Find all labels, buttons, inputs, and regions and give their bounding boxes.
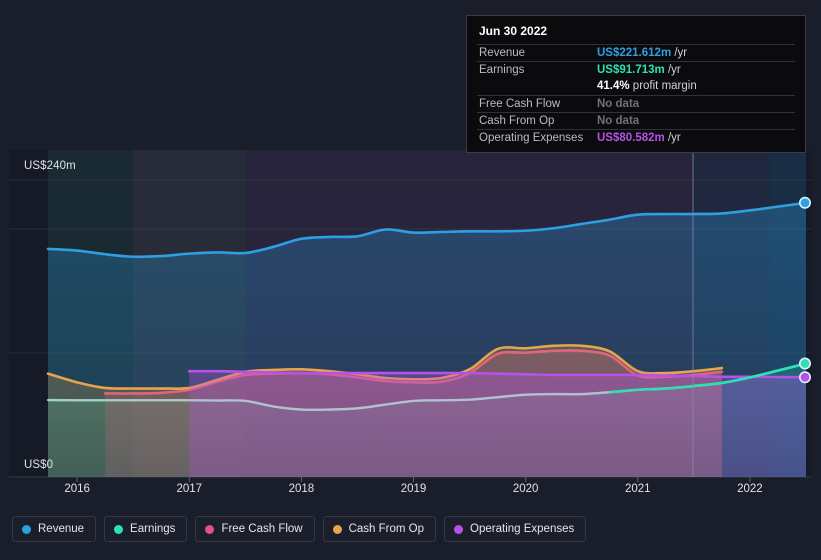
tooltip-row-key: Cash From Op xyxy=(479,115,555,127)
tooltip-rows: Revenue US$221.612m /yr Earnings US$91.713m… xyxy=(477,44,795,146)
tooltip-row-key: Revenue xyxy=(479,47,526,59)
x-axis-label-2017: 2017 xyxy=(176,483,203,495)
area-operating-expenses xyxy=(189,371,806,477)
tooltip-row-amount: No data xyxy=(597,115,640,127)
tooltip-row-value: No data xyxy=(597,98,639,110)
tooltip-row-amount: US$91.713m xyxy=(597,64,665,76)
tooltip-row-value: US$91.713m /yr xyxy=(597,64,681,76)
tooltip-row-value: US$221.612m /yr xyxy=(597,47,687,59)
x-axis-label-2018: 2018 xyxy=(288,483,315,495)
tooltip-row: Revenue US$221.612m /yr xyxy=(477,44,795,61)
y-axis-label-zero: US$0 xyxy=(24,459,54,471)
financial-area-chart[interactable]: US$240m US$0 2016 2017 2018 2019 2020 2021 202… xyxy=(0,0,821,560)
legend-color-dot-icon xyxy=(114,524,124,534)
tooltip-row: Operating Expenses US$80.582m /yr xyxy=(477,129,795,146)
x-axis-label-2019: 2019 xyxy=(400,483,427,495)
legend-item-operating-expenses[interactable]: Operating Expenses xyxy=(444,516,587,542)
legend-color-dot-icon xyxy=(22,524,31,534)
endpoint-marker-earnings xyxy=(798,357,811,370)
tooltip-row-suffix: /yr xyxy=(664,64,681,76)
x-axis-label-2021: 2021 xyxy=(625,483,651,495)
tooltip-row-amount: No data xyxy=(597,98,640,110)
legend-color-dot-icon xyxy=(332,524,342,534)
tooltip-row-amount: 41.4% xyxy=(597,80,630,92)
legend-item-label: Earnings xyxy=(130,523,176,535)
tooltip-row-suffix: /yr xyxy=(671,47,688,59)
tooltip-row-value: US$80.582m /yr xyxy=(597,132,681,144)
tooltip-row-amount: US$221.612m xyxy=(597,47,672,59)
tooltip-row: Free Cash Flow No data xyxy=(477,95,795,112)
tooltip-row: Earnings US$91.713m /yr xyxy=(477,61,795,78)
legend-item-label: Revenue xyxy=(38,523,85,535)
legend-color-dot-icon xyxy=(205,524,215,534)
legend-item-label: Free Cash Flow xyxy=(221,523,303,535)
legend-item-free-cash-flow[interactable]: Free Cash Flow xyxy=(195,516,315,542)
tooltip-date: Jun 30 2022 xyxy=(479,24,548,38)
endpoint-marker-revenue xyxy=(798,196,811,209)
chart-legend[interactable]: Revenue Earnings Free Cash Flow Cash From O… xyxy=(12,516,587,542)
tooltip-row-amount: US$80.582m xyxy=(597,132,665,144)
legend-item-earnings[interactable]: Earnings xyxy=(104,516,188,542)
x-axis-label-2020: 2020 xyxy=(512,483,539,495)
tooltip-row: Cash From Op No data xyxy=(477,112,795,129)
tooltip-row-suffix: /yr xyxy=(664,132,681,144)
legend-color-dot-icon xyxy=(454,524,464,534)
x-axis-label-2016: 2016 xyxy=(64,483,90,495)
tooltip-row-key: Free Cash Flow xyxy=(479,98,561,110)
endpoint-marker-operating-expenses xyxy=(798,371,811,384)
legend-item-cash-from-op[interactable]: Cash From Op xyxy=(322,516,437,542)
tooltip-row-key: Earnings xyxy=(479,64,525,76)
legend-item-revenue[interactable]: Revenue xyxy=(12,516,97,542)
tooltip-row: 41.4% profit margin xyxy=(477,78,795,95)
tooltip-row-value: 41.4% profit margin xyxy=(597,80,697,92)
legend-item-label: Operating Expenses xyxy=(470,523,575,535)
legend-item-label: Cash From Op xyxy=(348,523,425,535)
y-axis-label-max: US$240m xyxy=(24,160,76,172)
tooltip-row-value: No data xyxy=(597,115,639,127)
tooltip-row-key: Operating Expenses xyxy=(479,132,584,144)
x-axis-label-2022: 2022 xyxy=(737,483,763,495)
tooltip-row-suffix: profit margin xyxy=(629,80,697,92)
chart-tooltip: Jun 30 2022 Revenue US$221.612m /yr Earnin… xyxy=(466,15,806,153)
